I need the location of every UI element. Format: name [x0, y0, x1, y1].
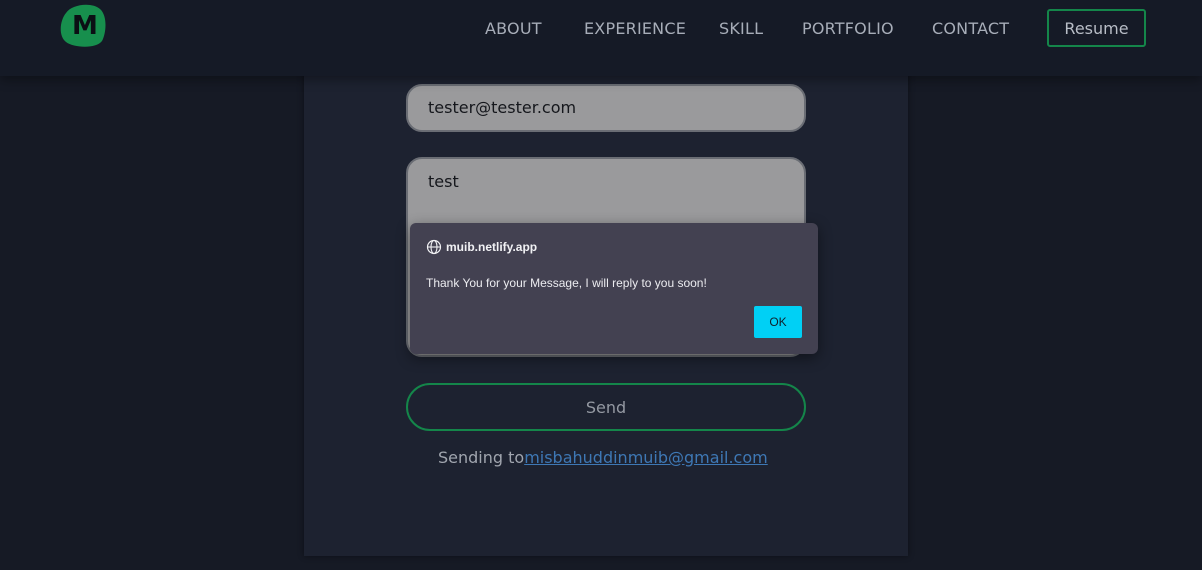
- email-field[interactable]: tester@tester.com: [406, 84, 806, 132]
- logo-letter: M: [72, 11, 98, 41]
- nav-link-skill[interactable]: SKILL: [719, 19, 763, 38]
- sending-to-line: Sending tomisbahuddinmuib@gmail.com: [438, 448, 768, 467]
- ok-button[interactable]: OK: [754, 306, 802, 338]
- nav-link-about[interactable]: ABOUT: [485, 19, 542, 38]
- dialog-site-label: muib.netlify.app: [446, 240, 538, 254]
- globe-icon: [426, 239, 442, 255]
- alert-dialog: muib.netlify.app Thank You for your Mess…: [410, 223, 818, 354]
- logo[interactable]: M: [58, 4, 106, 47]
- dialog-message: Thank You for your Message, I will reply…: [426, 276, 707, 290]
- nav-link-contact[interactable]: CONTACT: [932, 19, 1009, 38]
- sending-to-label: Sending to: [438, 448, 525, 467]
- nav-link-portfolio[interactable]: PORTFOLIO: [802, 19, 894, 38]
- nav-link-experience[interactable]: EXPERIENCE: [584, 19, 686, 38]
- sending-email-link[interactable]: misbahuddinmuib@gmail.com: [524, 448, 768, 467]
- navbar: M ABOUT EXPERIENCE SKILL PORTFOLIO CONTA…: [0, 0, 1202, 76]
- send-button[interactable]: Send: [406, 383, 806, 431]
- resume-button[interactable]: Resume: [1047, 9, 1146, 47]
